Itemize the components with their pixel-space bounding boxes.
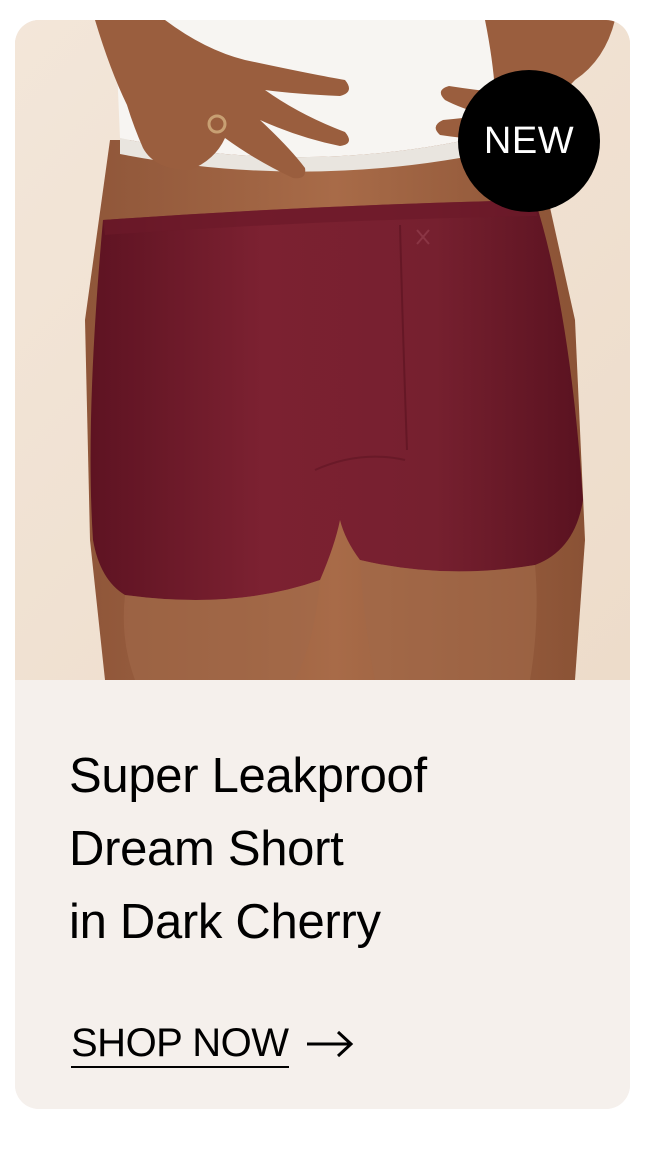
product-card[interactable]: NEW Super Leakproof Dream Short in Dark … xyxy=(15,20,630,1109)
product-title-line-1: Super Leakproof xyxy=(69,749,427,803)
shop-now-link[interactable]: SHOP NOW xyxy=(71,1020,355,1068)
product-title-line-3: in Dark Cherry xyxy=(69,895,381,949)
new-badge: NEW xyxy=(458,70,600,212)
product-image[interactable]: NEW xyxy=(15,20,630,680)
arrow-right-icon xyxy=(306,1030,353,1058)
product-title[interactable]: Super Leakproof Dream Short in Dark Cher… xyxy=(69,740,589,959)
shop-now-label: SHOP NOW xyxy=(71,1020,289,1068)
product-info: Super Leakproof Dream Short in Dark Cher… xyxy=(15,680,630,1109)
product-title-line-2: Dream Short xyxy=(69,822,344,876)
